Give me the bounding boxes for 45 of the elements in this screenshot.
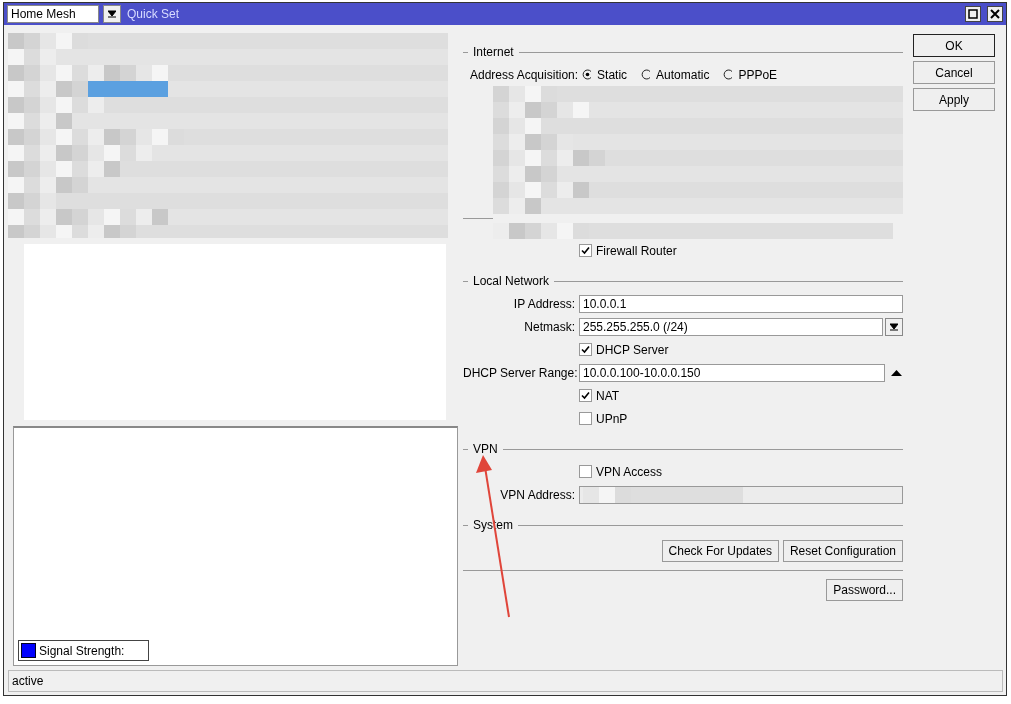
legend-label: Signal Strength: [39, 643, 125, 658]
system-button[interactable]: Reset Configuration [782, 540, 903, 562]
radio-button[interactable] [582, 69, 594, 80]
password-button[interactable]: Password... [826, 579, 903, 601]
mode-select[interactable]: Home Mesh [7, 5, 99, 23]
field-label: DHCP Server Range: [463, 365, 575, 380]
radio-button[interactable] [723, 69, 735, 80]
netmask-field[interactable]: 255.255.255.0 (/24) [579, 317, 883, 336]
radio-button[interactable] [641, 69, 653, 80]
window-title: Quick Set [127, 7, 181, 21]
radio-label: PPPoE [738, 67, 778, 82]
field-label: IP Address: [512, 296, 575, 311]
section-title: VPN [473, 442, 498, 456]
checkbox-label: Firewall Router [596, 243, 677, 258]
maximize-button[interactable] [965, 6, 981, 22]
dropdown-button[interactable] [885, 317, 903, 336]
collapse-icon[interactable] [891, 368, 903, 377]
dropdown-button[interactable] [103, 5, 121, 23]
dhcp-range-field[interactable]: 10.0.0.100-10.0.0.150 [579, 363, 885, 382]
section-title: Internet [473, 45, 514, 59]
checkbox-label: VPN Access [596, 464, 663, 479]
section-title: Local Network [473, 274, 550, 288]
legend-swatch [21, 643, 36, 658]
checkbox[interactable] [579, 412, 592, 425]
dialog-button[interactable]: Apply [913, 88, 995, 111]
dropdown-arrow-icon [890, 322, 898, 331]
field-label: Address Acquisition: [470, 67, 579, 82]
status-text: active [12, 674, 44, 688]
field-label: Netmask: [523, 319, 575, 334]
checkbox[interactable] [579, 343, 592, 356]
field-label: VPN Address: [499, 487, 575, 502]
radio-label: Static [597, 67, 628, 82]
checkbox-label: NAT [596, 388, 620, 403]
dialog-button[interactable]: OK [913, 34, 995, 57]
checkbox-label: DHCP Server [596, 342, 669, 357]
radio-label: Automatic [656, 67, 710, 82]
system-button[interactable]: Check For Updates [661, 540, 779, 562]
dialog-button[interactable]: Cancel [913, 61, 995, 84]
checkbox-label: UPnP [596, 411, 628, 426]
checkbox[interactable] [579, 244, 592, 257]
close-button[interactable] [987, 6, 1003, 22]
dropdown-arrow-icon [108, 10, 116, 18]
checkbox[interactable] [579, 389, 592, 402]
checkbox[interactable] [579, 465, 592, 478]
ip-address-field[interactable]: 10.0.0.1 [579, 294, 903, 313]
